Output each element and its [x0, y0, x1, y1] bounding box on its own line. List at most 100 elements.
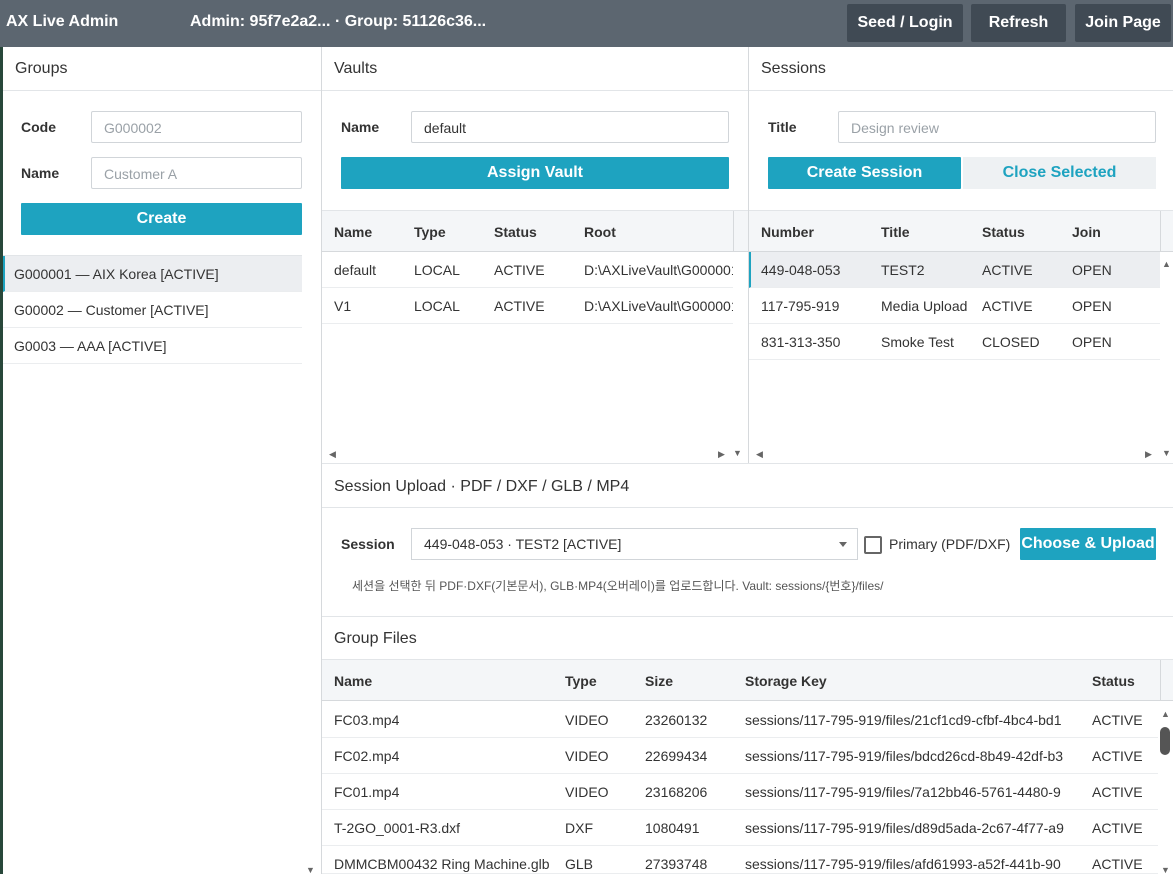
column-header[interactable]: Number [761, 224, 814, 240]
cell: VIDEO [565, 748, 609, 764]
table-row[interactable]: default LOCAL ACTIVE D:\AXLiveVault\G000… [322, 252, 733, 288]
cell: FC01.mp4 [334, 784, 400, 800]
divider [1160, 660, 1161, 701]
cell: T-2GO_0001-R3.dxf [334, 820, 461, 836]
cell: ACTIVE [494, 262, 545, 278]
cell: ACTIVE [1092, 784, 1143, 800]
cell: GLB [565, 856, 594, 872]
column-header[interactable]: Status [1092, 673, 1135, 689]
scroll-up-icon[interactable]: ▲ [1161, 709, 1170, 719]
code-input[interactable]: G000002 [91, 111, 302, 143]
scroll-left-icon[interactable]: ◀ [329, 449, 336, 459]
cell: OPEN [1072, 298, 1112, 314]
table-row[interactable]: T-2GO_0001-R3.dxf DXF 1080491 sessions/1… [322, 810, 1158, 846]
group-list-item[interactable]: G000001 — AIX Korea [ACTIVE] [3, 256, 302, 292]
cell: 23168206 [645, 784, 708, 800]
scroll-down-icon[interactable]: ▼ [306, 865, 315, 874]
chevron-down-icon [839, 542, 847, 547]
table-row[interactable]: 117-795-919 Media Upload ACTIVE OPEN [749, 288, 1160, 324]
top-bar: AX Live Admin Admin: 95f7e2a2... · Group… [0, 0, 1173, 47]
table-row[interactable]: FC02.mp4 VIDEO 22699434 sessions/117-795… [322, 738, 1158, 774]
column-header[interactable]: Title [881, 224, 910, 240]
divider [322, 616, 1173, 617]
cell: 27393748 [645, 856, 708, 872]
scroll-down-icon[interactable]: ▼ [1161, 865, 1170, 874]
upload-hint: 세션을 선택한 뒤 PDF·DXF(기본문서), GLB·MP4(오버레이)를 … [352, 579, 884, 593]
table-row[interactable]: 831-313-350 Smoke Test CLOSED OPEN [749, 324, 1160, 360]
choose-upload-button[interactable]: Choose & Upload [1020, 528, 1156, 560]
refresh-button[interactable]: Refresh [971, 4, 1066, 42]
cell: ACTIVE [982, 298, 1033, 314]
table-row[interactable]: DMMCBM00432 Ring Machine.glb GLB 2739374… [322, 846, 1158, 874]
vault-name-input[interactable]: default [411, 111, 729, 143]
column-header[interactable]: Type [565, 673, 597, 689]
admin-group-info: Admin: 95f7e2a2... · Group: 51126c36... [190, 13, 487, 30]
session-title-input[interactable]: Design review [838, 111, 1156, 143]
column-header[interactable]: Status [982, 224, 1025, 240]
scrollbar-thumb[interactable] [1160, 727, 1170, 755]
cell: ACTIVE [1092, 820, 1143, 836]
session-select[interactable]: 449-048-053 · TEST2 [ACTIVE] [411, 528, 858, 560]
cell: LOCAL [414, 262, 460, 278]
cell: ACTIVE [982, 262, 1033, 278]
cell: Smoke Test [881, 334, 954, 350]
primary-checkbox[interactable] [864, 536, 882, 554]
cell: sessions/117-795-919/files/bdcd26cd-8b49… [745, 748, 1064, 764]
group-name-input[interactable]: Customer A [91, 157, 302, 189]
table-row[interactable]: V1 LOCAL ACTIVE D:\AXLiveVault\G000001 [322, 288, 733, 324]
cell: 831-313-350 [761, 334, 841, 350]
scroll-right-icon[interactable]: ▶ [1145, 449, 1152, 459]
scroll-up-icon[interactable]: ▲ [1162, 259, 1171, 269]
cell: 117-795-919 [761, 298, 840, 314]
cell: VIDEO [565, 712, 609, 728]
cell: OPEN [1072, 334, 1112, 350]
column-header[interactable]: Status [494, 224, 537, 240]
groups-header: Groups [3, 47, 321, 91]
column-header[interactable]: Name [334, 224, 372, 240]
cell: FC03.mp4 [334, 712, 400, 728]
group-list-item[interactable]: G0003 — AAA [ACTIVE] [3, 328, 302, 364]
cell: sessions/117-795-919/files/afd61993-a52f… [745, 856, 1061, 872]
scroll-right-icon[interactable]: ▶ [718, 449, 725, 459]
cell: FC02.mp4 [334, 748, 400, 764]
create-group-button[interactable]: Create [21, 203, 302, 235]
cell: TEST2 [881, 262, 925, 278]
app-title: AX Live Admin [6, 13, 119, 30]
assign-vault-button[interactable]: Assign Vault [341, 157, 729, 189]
table-row[interactable]: FC01.mp4 VIDEO 23168206 sessions/117-795… [322, 774, 1158, 810]
files-table-header: Name Type Size Storage Key Status [322, 659, 1173, 701]
cell: default [334, 262, 377, 278]
table-row[interactable]: 449-048-053 TEST2 ACTIVE OPEN [749, 252, 1160, 288]
create-session-button[interactable]: Create Session [768, 157, 961, 189]
scroll-left-icon[interactable]: ◀ [756, 449, 763, 459]
cell: 1080491 [645, 820, 700, 836]
cell: sessions/117-795-919/files/d89d5ada-2c67… [745, 820, 1064, 836]
cell: sessions/117-795-919/files/7a12bb46-5761… [745, 784, 1061, 800]
group-list-item[interactable]: G00002 — Customer [ACTIVE] [3, 292, 302, 328]
scroll-down-icon[interactable]: ▼ [733, 448, 742, 458]
vault-name-label: Name [341, 119, 380, 135]
cell: sessions/117-795-919/files/21cf1cd9-cfbf… [745, 712, 1062, 728]
table-row[interactable]: FC03.mp4 VIDEO 23260132 sessions/117-795… [322, 702, 1158, 738]
column-header[interactable]: Type [414, 224, 446, 240]
divider [322, 463, 1173, 464]
column-header[interactable]: Size [645, 673, 673, 689]
seed-login-button[interactable]: Seed / Login [847, 4, 963, 42]
cell: 23260132 [645, 712, 708, 728]
groups-panel: Groups Code G000002 Name Customer A Crea… [3, 47, 321, 874]
cell: ACTIVE [1092, 748, 1143, 764]
cell: OPEN [1072, 262, 1112, 278]
sessions-header: Sessions [749, 47, 1173, 91]
join-page-button[interactable]: Join Page [1075, 4, 1171, 42]
vaults-panel: Vaults Name default Assign Vault Name Ty… [322, 47, 748, 463]
scroll-down-icon[interactable]: ▼ [1162, 448, 1171, 458]
column-header[interactable]: Root [584, 224, 616, 240]
column-header[interactable]: Storage Key [745, 673, 827, 689]
close-selected-button[interactable]: Close Selected [963, 157, 1156, 189]
cell: 22699434 [645, 748, 708, 764]
column-header[interactable]: Join [1072, 224, 1101, 240]
sessions-table-header: Number Title Status Join [749, 210, 1173, 252]
cell: Media Upload [881, 298, 968, 314]
cell: ACTIVE [494, 298, 545, 314]
column-header[interactable]: Name [334, 673, 372, 689]
